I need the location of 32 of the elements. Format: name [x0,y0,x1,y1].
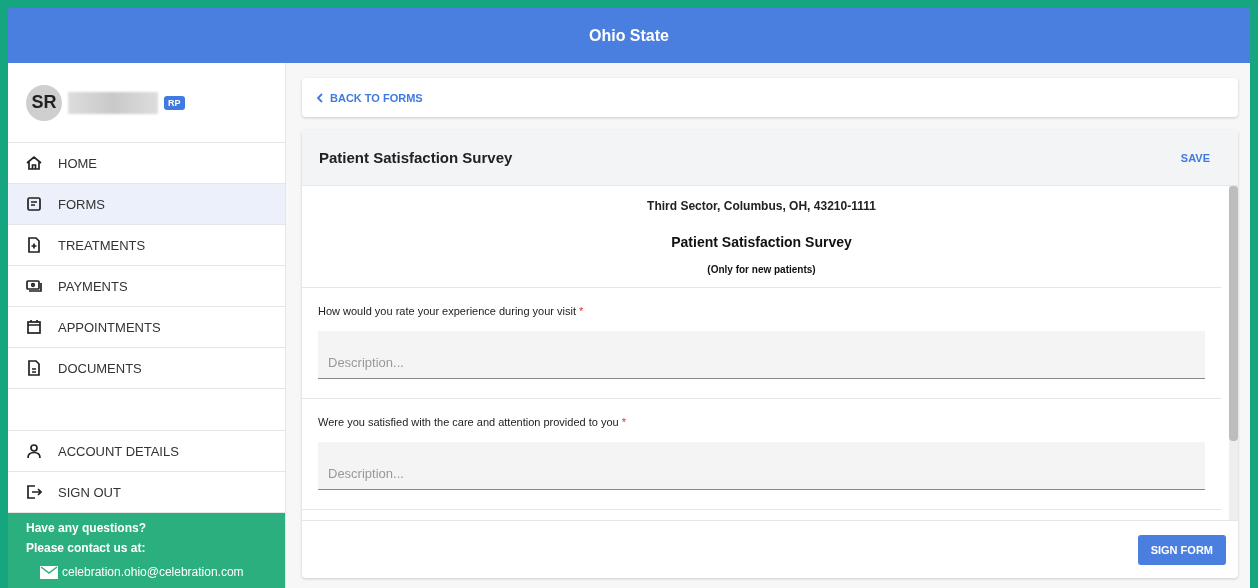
app-title: Ohio State [589,26,669,45]
mail-icon [40,565,58,579]
description-field[interactable]: Description... [318,331,1205,379]
survey-subheading: (Only for new patients) [302,264,1221,288]
signout-icon [24,482,44,502]
back-link[interactable]: BACK TO FORMS [316,91,423,104]
survey-heading: Patient Satisfaction Survey [670,234,853,250]
nav-item[interactable]: APPOINTMENTS [8,307,285,348]
avatar: SR [26,84,62,121]
question-label: Were you satisfied with the care and attention provided to you [318,416,619,428]
form-title: Patient Satisfaction Survey [319,149,513,166]
nav-item[interactable]: ACCOUNT DETAILS [8,431,285,472]
scrollbar[interactable] [1229,186,1238,520]
nav-item[interactable]: DOCUMENTS [8,348,285,389]
form-icon [24,194,44,214]
description-field[interactable]: Description... [318,442,1205,490]
calendar-icon [24,317,44,337]
sign-form-button[interactable]: SIGN FORM [1137,534,1226,565]
person-icon [24,441,44,461]
required-mark: * [621,416,626,428]
role-badge: RP [164,95,185,110]
required-mark: * [579,305,584,317]
chevron-left-icon [316,92,324,103]
contact-text: Have any questions? [26,521,148,535]
contact-text: Please contact us at: [26,541,147,555]
home-icon [24,153,44,173]
question-label: How would you rate your experience during your visit [318,305,577,317]
address-text: Third Sector, Columbus, OH, 43210-1111 [646,199,877,213]
nav-item[interactable]: PAYMENTS [8,266,285,307]
nav-item[interactable]: FORMS [8,184,285,225]
nav-item[interactable]: TREATMENTS [8,225,285,266]
save-button[interactable]: SAVE [1180,151,1210,164]
